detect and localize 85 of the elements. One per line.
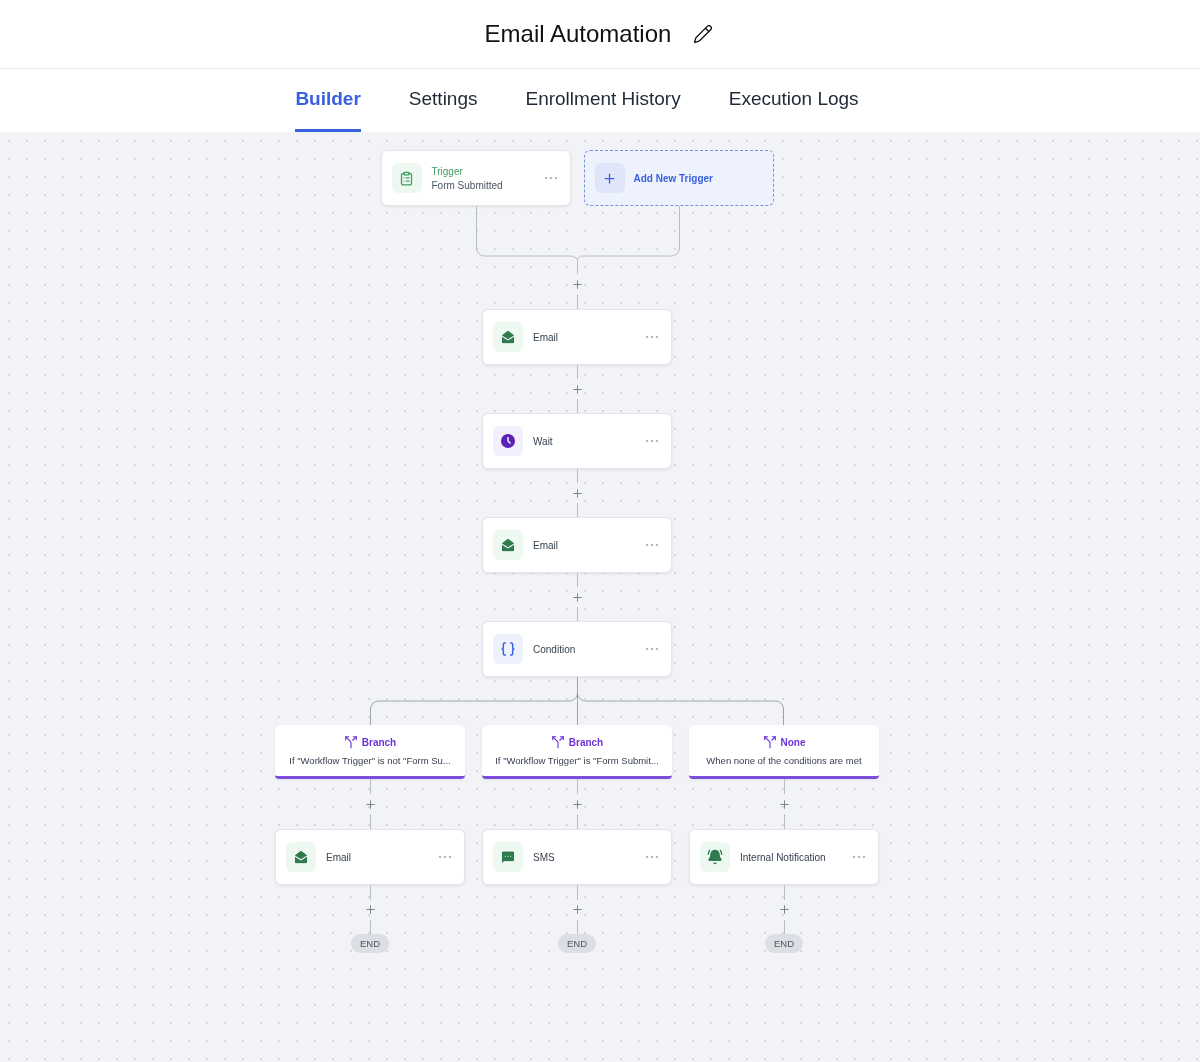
split-icon — [762, 735, 777, 749]
chat-icon — [500, 849, 516, 865]
end-pill: END — [350, 934, 390, 953]
more-icon[interactable] — [645, 855, 659, 859]
connector-line — [369, 814, 371, 829]
connector-line — [576, 365, 578, 379]
plus-icon — [602, 170, 617, 186]
envelope-icon — [293, 849, 309, 865]
plus-icon[interactable] — [777, 903, 791, 916]
branch-card[interactable]: Branch If "Workflow Trigger" is "Form Submit... — [482, 725, 672, 779]
plus-icon[interactable] — [570, 590, 584, 604]
step-card[interactable]: Wait — [482, 413, 672, 469]
plus-icon[interactable] — [570, 486, 584, 500]
step-label: Wait — [533, 435, 554, 447]
connector-line — [369, 779, 371, 794]
branch-label: None — [780, 736, 806, 748]
connector-line — [783, 885, 785, 900]
pencil-icon — [693, 24, 714, 44]
split-icon — [550, 735, 565, 749]
connector-line — [576, 779, 578, 794]
connector-line — [576, 885, 578, 900]
connector-line — [783, 814, 785, 829]
connector-line — [576, 503, 578, 517]
connector-line — [576, 469, 578, 483]
plus-icon[interactable] — [777, 797, 791, 811]
page-title: Email Automation — [484, 20, 672, 48]
bell-icon — [707, 849, 723, 865]
plus-icon[interactable] — [363, 903, 377, 916]
more-icon[interactable] — [645, 647, 659, 651]
step-label: SMS — [533, 851, 556, 863]
step-label: Internal Notification — [740, 851, 827, 863]
connector-line — [576, 399, 578, 413]
more-icon[interactable] — [438, 855, 452, 859]
branch-card[interactable]: None When none of the conditions are met — [689, 725, 879, 779]
step-card[interactable]: Email — [482, 517, 672, 573]
connector-line — [576, 259, 578, 274]
step-card[interactable]: Condition — [482, 621, 672, 677]
plus-icon[interactable] — [570, 382, 584, 396]
connector-line — [576, 814, 578, 829]
step-label: Condition — [533, 643, 577, 655]
connector-line — [576, 573, 578, 587]
step-label: Email — [533, 331, 559, 343]
plus-icon[interactable] — [570, 903, 584, 916]
step-card[interactable]: SMS — [482, 829, 672, 885]
step-card[interactable]: Email — [482, 309, 672, 365]
branch-condition: When none of the conditions are met — [706, 755, 862, 766]
step-card[interactable]: Internal Notification — [689, 829, 879, 885]
trigger-card[interactable]: Trigger Form Submitted — [380, 150, 571, 206]
more-icon[interactable] — [645, 543, 659, 547]
connector-line — [783, 779, 785, 794]
branch-label: Branch — [361, 736, 397, 748]
add-trigger-button[interactable]: Add New Trigger — [583, 150, 774, 206]
end-pill: END — [764, 934, 804, 953]
plus-icon[interactable] — [570, 797, 584, 811]
tab[interactable]: Execution Logs — [728, 69, 859, 132]
clock-icon — [500, 433, 516, 449]
connector-line — [576, 294, 578, 309]
step-label: Email — [326, 851, 352, 863]
connector-line — [369, 885, 371, 900]
trigger-value: Form Submitted — [431, 179, 504, 191]
tab[interactable]: Settings — [408, 69, 478, 132]
more-icon[interactable] — [645, 439, 659, 443]
connector-line — [576, 919, 578, 934]
plus-icon[interactable] — [570, 277, 584, 291]
split-icon — [343, 735, 358, 749]
branch-condition: If "Workflow Trigger" is not "Form Su... — [289, 755, 451, 766]
envelope-icon — [500, 329, 516, 345]
connector-line — [576, 607, 578, 621]
braces-icon — [500, 641, 516, 657]
more-icon[interactable] — [852, 855, 866, 859]
more-icon[interactable] — [543, 176, 558, 180]
plus-icon[interactable] — [363, 797, 377, 811]
branch-condition: If "Workflow Trigger" is "Form Submit... — [495, 755, 659, 766]
branch-label: Branch — [568, 736, 604, 748]
trigger-label: Trigger — [431, 165, 464, 177]
end-pill: END — [557, 934, 597, 953]
step-card[interactable]: Email — [275, 829, 465, 885]
connector-line — [369, 919, 371, 934]
branch-card[interactable]: Branch If "Workflow Trigger" is not "Form Su... — [275, 725, 465, 779]
more-icon[interactable] — [645, 335, 659, 339]
tab[interactable]: Enrollment History — [525, 69, 681, 132]
clipboard-icon — [399, 170, 414, 186]
step-label: Email — [533, 539, 559, 551]
connector-line — [783, 919, 785, 934]
envelope-icon — [500, 537, 516, 553]
